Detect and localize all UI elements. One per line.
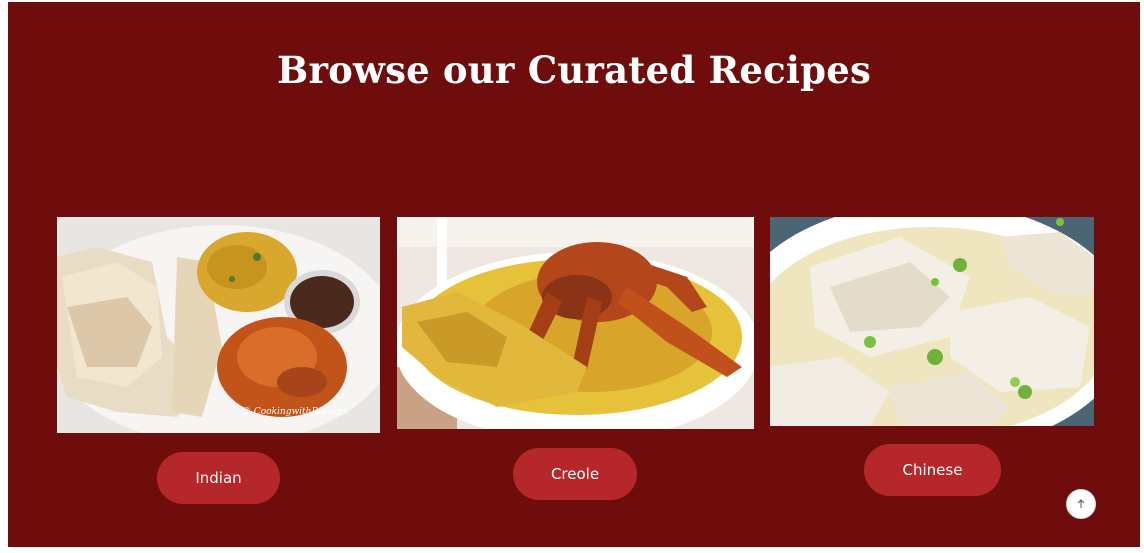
- indian-food-image[interactable]: © CookingwithRia.com: [57, 217, 380, 433]
- watermark-text: © CookingwithRia.com: [242, 407, 348, 417]
- indian-button[interactable]: Indian: [157, 452, 280, 504]
- creole-food-image[interactable]: [397, 217, 754, 429]
- creole-button[interactable]: Creole: [513, 448, 637, 500]
- section-title: Browse our Curated Recipes: [276, 48, 872, 92]
- arrow-up-icon: [1077, 499, 1085, 508]
- recipes-section: Browse our Curated Recipes © Cookingwith…: [8, 2, 1140, 547]
- chinese-food-image[interactable]: [770, 217, 1094, 426]
- scroll-to-top-button[interactable]: [1066, 489, 1096, 519]
- chinese-button[interactable]: Chinese: [864, 444, 1001, 496]
